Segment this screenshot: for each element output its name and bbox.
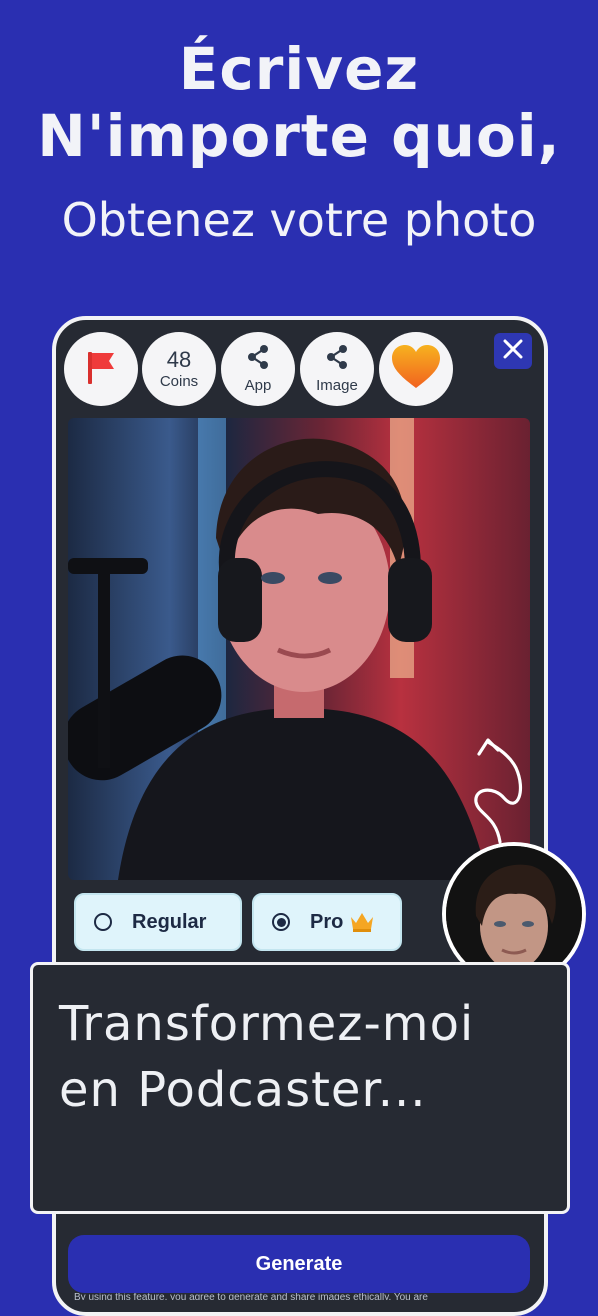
hero-line-3: Obtenez votre photo	[61, 193, 537, 247]
coins-label: Coins	[159, 372, 199, 390]
share-image-button[interactable]: Image	[300, 332, 374, 406]
favorite-button[interactable]	[379, 332, 453, 406]
disclaimer-text: By using this feature, you agree to gene…	[74, 1293, 428, 1300]
mode-pro-option[interactable]: Pro	[252, 893, 402, 951]
mode-regular-option[interactable]: Regular	[74, 893, 242, 951]
mode-regular-label: Regular	[132, 910, 207, 933]
radio-selected-icon	[272, 913, 290, 931]
coins-count: 48	[166, 346, 192, 372]
share-icon	[245, 344, 271, 375]
heart-icon	[390, 344, 442, 395]
generate-button[interactable]: Generate	[68, 1235, 530, 1293]
prompt-input[interactable]: Transformez-moi en Podcaster...	[30, 962, 570, 1214]
curly-arrow-icon	[460, 730, 540, 854]
hero-line-2: N'importe quoi,	[37, 102, 561, 170]
hero-headline: Écrivez N'importe quoi, Obtenez votre ph…	[0, 36, 598, 250]
share-icon	[324, 344, 350, 375]
coins-button[interactable]: 48 Coins	[142, 332, 216, 406]
share-app-button[interactable]: App	[221, 332, 295, 406]
crown-icon	[349, 911, 375, 933]
prompt-text: Transformez-moi en Podcaster...	[59, 996, 475, 1118]
report-button[interactable]	[64, 332, 138, 406]
share-image-label: Image	[316, 377, 358, 394]
close-button[interactable]	[494, 333, 532, 369]
share-app-label: App	[244, 377, 272, 394]
close-icon	[502, 338, 524, 364]
flag-icon	[84, 348, 118, 391]
hero-line-1: Écrivez	[178, 35, 420, 103]
mode-pro-label: Pro	[310, 910, 344, 933]
radio-unselected-icon	[94, 913, 112, 931]
